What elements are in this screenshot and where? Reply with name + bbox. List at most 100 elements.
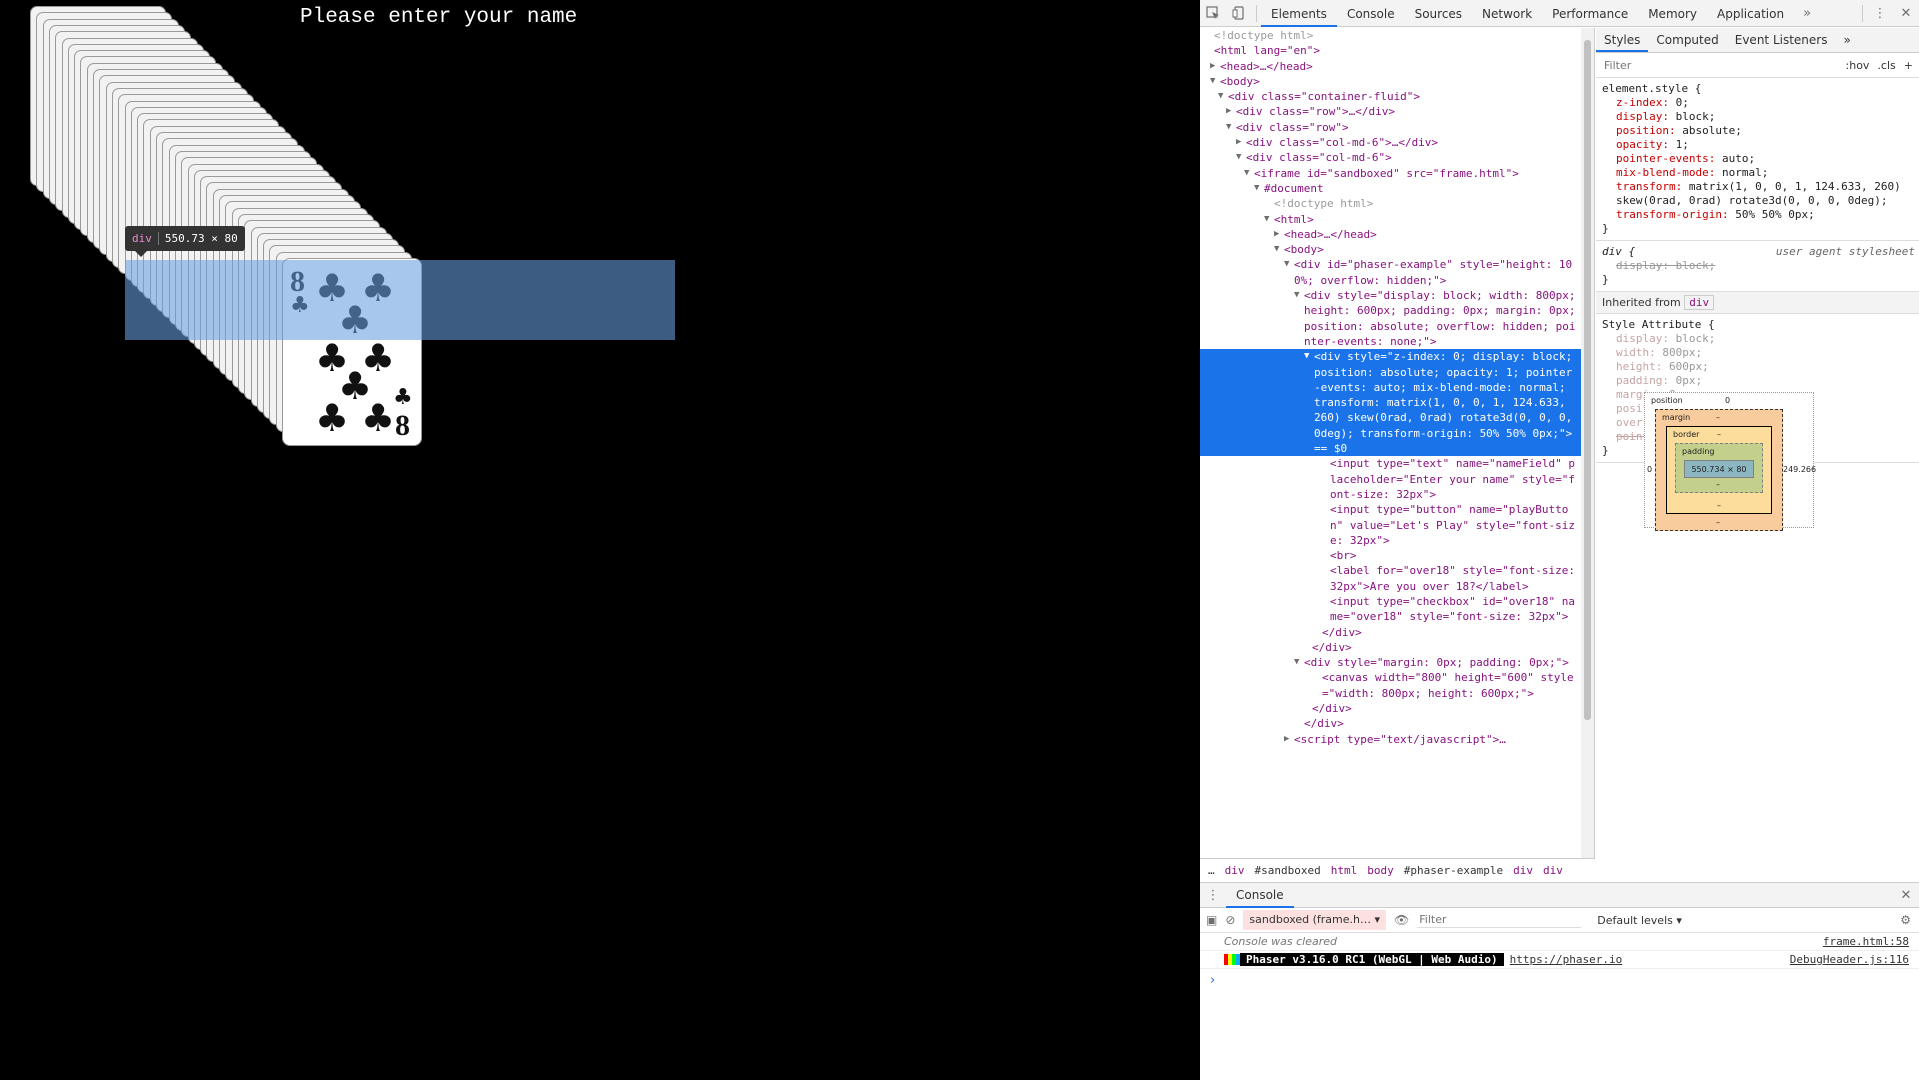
dom-node[interactable]: <label for="over18" style="font-size: 32… — [1200, 563, 1582, 594]
inspect-element-icon[interactable] — [1200, 0, 1226, 26]
breadcrumb-item[interactable]: #sandboxed — [1255, 864, 1321, 877]
collapse-arrow-icon[interactable]: ▼ — [1294, 288, 1299, 303]
dom-node[interactable]: ▼ <body> — [1200, 74, 1582, 89]
collapse-arrow-icon[interactable]: ▼ — [1226, 120, 1231, 135]
breadcrumb-item[interactable]: … — [1208, 864, 1215, 877]
dom-node[interactable]: <!doctype html> — [1200, 28, 1582, 43]
tab-application[interactable]: Application — [1707, 1, 1794, 27]
scrollbar-thumb[interactable] — [1584, 40, 1591, 720]
css-property[interactable]: opacity: 1; — [1602, 138, 1913, 152]
dom-node[interactable]: </div> — [1200, 625, 1582, 640]
clear-console-icon[interactable]: ⊘ — [1225, 913, 1235, 927]
cls-toggle[interactable]: .cls — [1877, 59, 1895, 72]
dom-node[interactable]: <html lang="en"> — [1200, 43, 1582, 58]
breadcrumb-item[interactable]: html — [1331, 864, 1358, 877]
dom-node[interactable]: <input type="text" name="nameField" plac… — [1200, 456, 1582, 502]
phaser-link[interactable]: https://phaser.io — [1510, 953, 1623, 966]
dom-node[interactable]: ▼ <body> — [1200, 242, 1582, 257]
css-property[interactable]: transform: matrix(1, 0, 0, 1, 124.633, 2… — [1602, 180, 1913, 208]
dom-node[interactable]: ▶ <div class="row">…</div> — [1200, 104, 1582, 119]
dom-node[interactable]: ▶ <head>…</head> — [1200, 59, 1582, 74]
breadcrumb-item[interactable]: body — [1367, 864, 1394, 877]
collapse-arrow-icon[interactable]: ▼ — [1294, 655, 1299, 670]
breadcrumb-item[interactable]: #phaser-example — [1404, 864, 1503, 877]
css-property[interactable]: padding: 0px; — [1602, 374, 1913, 388]
css-property[interactable]: height: 600px; — [1602, 360, 1913, 374]
tab-network[interactable]: Network — [1472, 1, 1542, 27]
kebab-menu-icon[interactable]: ⋮ — [1867, 0, 1893, 26]
drawer-menu-icon[interactable]: ⋮ — [1200, 882, 1226, 908]
css-property[interactable]: display: block; — [1602, 110, 1913, 124]
dom-node[interactable]: ▶ <script type="text/javascript">… — [1200, 732, 1582, 747]
close-drawer-icon[interactable]: ✕ — [1893, 882, 1919, 908]
log-levels-select[interactable]: Default levels ▾ — [1597, 914, 1682, 927]
dom-node[interactable]: ▼ <html> — [1200, 212, 1582, 227]
tab-styles[interactable]: Styles — [1596, 28, 1649, 52]
dom-node[interactable]: <input type="button" name="playButton" v… — [1200, 502, 1582, 548]
context-selector[interactable]: sandboxed (frame.h… ▾ — [1243, 910, 1387, 930]
css-property[interactable]: position: absolute; — [1602, 124, 1913, 138]
dom-node[interactable]: ▼ <div style="margin: 0px; padding: 0px;"… — [1200, 655, 1582, 670]
collapse-arrow-icon[interactable]: ▼ — [1264, 212, 1269, 227]
tab-console-drawer[interactable]: Console — [1226, 882, 1294, 908]
dom-node[interactable]: </div> — [1200, 701, 1582, 716]
dom-node[interactable]: <canvas width="800" height="600" style="… — [1200, 670, 1582, 701]
more-tabs-icon[interactable]: » — [1794, 0, 1820, 26]
collapse-arrow-icon[interactable]: ▼ — [1218, 89, 1223, 104]
console-filter-input[interactable] — [1417, 912, 1582, 928]
collapse-arrow-icon[interactable]: ▼ — [1236, 150, 1241, 165]
css-property[interactable]: transform-origin: 50% 50% 0px; — [1602, 208, 1913, 222]
live-expression-eye-icon[interactable]: 👁 — [1394, 913, 1409, 927]
expand-arrow-icon[interactable]: ▶ — [1284, 732, 1289, 747]
expand-arrow-icon[interactable]: ▶ — [1210, 59, 1215, 74]
log-source-link[interactable]: frame.html:58 — [1823, 935, 1909, 948]
log-source-link[interactable]: DebugHeader.js:116 — [1790, 953, 1909, 966]
collapse-arrow-icon[interactable]: ▼ — [1284, 257, 1289, 272]
console-prompt[interactable]: › — [1200, 969, 1919, 992]
dom-node[interactable]: ▼ <div class="container-fluid"> — [1200, 89, 1582, 104]
tab-sources[interactable]: Sources — [1405, 1, 1472, 27]
dom-node[interactable]: ▼ <div class="row"> — [1200, 120, 1582, 135]
collapse-arrow-icon[interactable]: ▼ — [1244, 166, 1249, 181]
breadcrumb-item[interactable]: div — [1225, 864, 1245, 877]
dom-tree-scrollbar[interactable] — [1581, 28, 1594, 860]
dom-node[interactable]: ▼ #document — [1200, 181, 1582, 196]
collapse-arrow-icon[interactable]: ▼ — [1304, 349, 1309, 364]
dom-node-selected[interactable]: ▼ <div style="z-index: 0; display: block;… — [1200, 349, 1582, 457]
tab-memory[interactable]: Memory — [1638, 1, 1707, 27]
css-property[interactable]: display: block; — [1602, 332, 1913, 346]
tab-event-listeners[interactable]: Event Listeners — [1727, 28, 1836, 52]
css-property[interactable]: width: 800px; — [1602, 346, 1913, 360]
css-property[interactable]: z-index: 0; — [1602, 96, 1913, 110]
expand-arrow-icon[interactable]: ▶ — [1226, 104, 1231, 119]
console-settings-icon[interactable]: ⚙ — [1900, 913, 1911, 927]
dom-node[interactable]: <br> — [1200, 548, 1582, 563]
dom-node[interactable]: ▼ <div class="col-md-6"> — [1200, 150, 1582, 165]
css-property[interactable]: pointer-events: auto; — [1602, 152, 1913, 166]
collapse-arrow-icon[interactable]: ▼ — [1274, 242, 1279, 257]
dom-node[interactable]: <!doctype html> — [1200, 196, 1582, 211]
sidebar-toggle-icon[interactable]: ▣ — [1206, 913, 1217, 927]
collapse-arrow-icon[interactable]: ▼ — [1210, 74, 1215, 89]
breadcrumb-item[interactable]: div — [1543, 864, 1563, 877]
dom-tree[interactable]: <!doctype html> <html lang="en"> ▶ <head>…<… — [1200, 28, 1582, 860]
expand-arrow-icon[interactable]: ▶ — [1236, 135, 1241, 150]
close-icon[interactable]: ✕ — [1893, 0, 1919, 26]
device-toolbar-icon[interactable] — [1226, 0, 1252, 26]
inherited-tag[interactable]: div — [1684, 295, 1715, 310]
breadcrumb-item[interactable]: div — [1513, 864, 1533, 877]
dom-node[interactable]: </div> — [1200, 640, 1582, 655]
dom-node[interactable]: ▶ <head>…</head> — [1200, 227, 1582, 242]
dom-node[interactable]: ▼ <iframe id="sandboxed" src="frame.html"… — [1200, 166, 1582, 181]
dom-node[interactable]: ▼ <div id="phaser-example" style="height:… — [1200, 257, 1582, 288]
collapse-arrow-icon[interactable]: ▼ — [1254, 181, 1259, 196]
tab-elements[interactable]: Elements — [1261, 1, 1337, 27]
css-property[interactable]: mix-blend-mode: normal; — [1602, 166, 1913, 180]
hov-toggle[interactable]: :hov — [1846, 59, 1870, 72]
more-subtabs-icon[interactable]: » — [1835, 28, 1858, 52]
dom-node[interactable]: ▶ <div class="col-md-6">…</div> — [1200, 135, 1582, 150]
new-rule-icon[interactable]: + — [1904, 59, 1913, 72]
tab-console[interactable]: Console — [1337, 1, 1405, 27]
styles-filter-input[interactable] — [1602, 57, 1838, 73]
dom-node[interactable]: </div> — [1200, 716, 1582, 731]
